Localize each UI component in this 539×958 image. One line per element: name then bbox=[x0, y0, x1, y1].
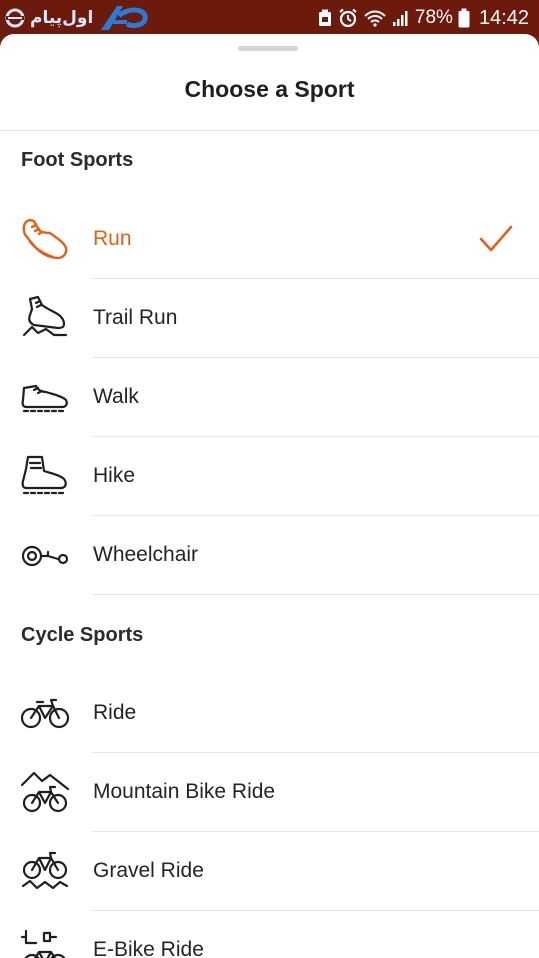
mountain-bike-icon bbox=[20, 769, 70, 815]
battery-percent: 78% bbox=[414, 7, 453, 28]
sport-label: Ride bbox=[93, 701, 137, 724]
walking-shoe-icon bbox=[20, 374, 70, 420]
e-bike-icon bbox=[20, 927, 70, 958]
bicycle-icon bbox=[20, 690, 70, 736]
choose-sport-sheet: Choose a Sport Foot Sports Run Trail Run bbox=[0, 34, 539, 958]
signal-icon bbox=[392, 11, 408, 26]
sport-item-e-bike-ride[interactable]: E-Bike Ride bbox=[0, 911, 539, 958]
lock-battery-icon bbox=[318, 9, 331, 26]
hiking-boot-icon bbox=[20, 453, 70, 499]
watermark-text: اول‌پیام bbox=[30, 8, 94, 28]
sport-label: Run bbox=[93, 227, 132, 250]
sheet-drag-handle[interactable] bbox=[238, 46, 298, 51]
sport-label: Gravel Ride bbox=[93, 859, 204, 882]
sport-item-gravel-ride[interactable]: Gravel Ride bbox=[0, 832, 539, 911]
alarm-icon bbox=[339, 8, 357, 28]
watermark-symbol-icon bbox=[5, 8, 25, 28]
section-title-foot-sports: Foot Sports bbox=[21, 149, 134, 171]
sheet-title: Choose a Sport bbox=[184, 76, 355, 102]
sport-item-trail-run[interactable]: Trail Run bbox=[0, 279, 539, 358]
battery-icon bbox=[458, 8, 470, 28]
checkmark-icon bbox=[479, 225, 513, 252]
sport-label: Walk bbox=[93, 385, 139, 408]
section-title-cycle-sports: Cycle Sports bbox=[21, 624, 144, 646]
sport-item-walk[interactable]: Walk bbox=[0, 358, 539, 437]
sport-item-run[interactable]: Run bbox=[0, 200, 539, 279]
gravel-bike-icon bbox=[20, 848, 70, 894]
sport-item-hike[interactable]: Hike bbox=[0, 437, 539, 516]
trail-shoe-icon bbox=[20, 295, 70, 341]
sport-label: Mountain Bike Ride bbox=[93, 780, 276, 803]
sport-item-ride[interactable]: Ride bbox=[0, 674, 539, 753]
sport-label: Wheelchair bbox=[93, 543, 199, 566]
header-divider bbox=[0, 130, 539, 131]
sport-item-wheelchair[interactable]: Wheelchair bbox=[0, 516, 539, 595]
status-icons: 78% 14:42 bbox=[317, 0, 529, 36]
wifi-icon bbox=[364, 10, 386, 27]
wheelchair-icon bbox=[20, 532, 70, 578]
sport-label: Hike bbox=[93, 464, 136, 487]
sport-item-mountain-bike-ride[interactable]: Mountain Bike Ride bbox=[0, 753, 539, 832]
watermark-ap-icon bbox=[101, 6, 148, 30]
sport-label: E-Bike Ride bbox=[93, 938, 204, 958]
status-bar: اول‌پیام 78% bbox=[0, 0, 539, 36]
row-divider bbox=[93, 594, 539, 595]
clock: 14:42 bbox=[478, 6, 529, 29]
sport-label: Trail Run bbox=[93, 306, 178, 329]
running-shoe-icon bbox=[20, 216, 70, 262]
watermark-logo: اول‌پیام bbox=[4, 2, 151, 34]
